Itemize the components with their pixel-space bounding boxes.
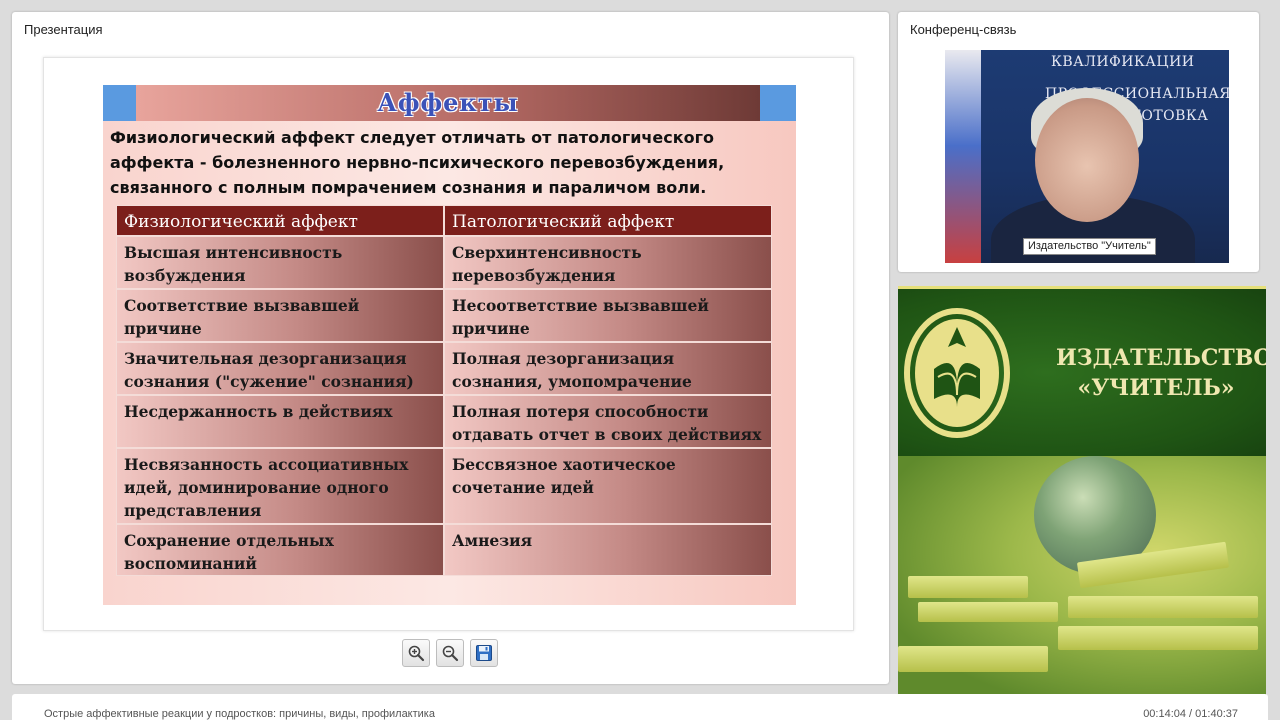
book-shape bbox=[1058, 626, 1258, 650]
footer-bar: Острые аффективные реакции у подростков:… bbox=[12, 694, 1268, 720]
table-cell: Сохранение отдельных воспоминаний bbox=[116, 524, 444, 576]
slide-intro-text: Физиологический аффект следует отличать … bbox=[110, 128, 725, 197]
zoom-in-button[interactable] bbox=[402, 639, 430, 667]
presentation-panel: Презентация Аффекты Физиологический аффе… bbox=[12, 12, 889, 684]
conference-panel-title: Конференц-связь bbox=[910, 22, 1017, 37]
book-shape bbox=[1068, 596, 1258, 618]
webinar-title: Острые аффективные реакции у подростков:… bbox=[44, 708, 435, 720]
table-cell: Сверхинтенсивность перевозбуждения bbox=[444, 236, 772, 289]
table-header-cell: Патологический аффект bbox=[444, 205, 772, 236]
publisher-name-line2: «УЧИТЕЛЬ» bbox=[1077, 375, 1235, 401]
book-shape bbox=[918, 602, 1058, 622]
book-shape bbox=[898, 646, 1048, 672]
table-cell: Полная дезорганизация сознания, умопомра… bbox=[444, 342, 772, 395]
slide-controls bbox=[402, 639, 498, 667]
slide-title-bar: Аффекты bbox=[103, 85, 796, 121]
playback-time: 00:14:04 / 01:40:37 bbox=[1143, 708, 1238, 720]
presentation-panel-title: Презентация bbox=[24, 22, 103, 37]
table-row: Соответствие вызвавшей причине Несоответ… bbox=[116, 289, 772, 342]
video-backdrop-text: КВАЛИФИКАЦИИ bbox=[1051, 54, 1195, 70]
table-row: Несвязанность ассоциативных идей, домини… bbox=[116, 448, 772, 524]
books-image bbox=[898, 456, 1266, 696]
table-cell: Бессвязное хаотическое сочетание идей bbox=[444, 448, 772, 524]
slide-title: Аффекты bbox=[377, 88, 519, 117]
table-cell: Несоответствие вызвавшей причине bbox=[444, 289, 772, 342]
publisher-banner: ИЗДАТЕЛЬСТВО «УЧИТЕЛЬ» bbox=[898, 286, 1266, 696]
slide: Аффекты Физиологический аффект следует о… bbox=[103, 85, 796, 605]
flag-background bbox=[945, 50, 981, 263]
publisher-name-line1: ИЗДАТЕЛЬСТВО bbox=[1056, 345, 1266, 371]
slide-title-band: Аффекты bbox=[136, 85, 760, 121]
table-row: Высшая интенсивность возбуждения Сверхин… bbox=[116, 236, 772, 289]
table-cell: Амнезия bbox=[444, 524, 772, 576]
zoom-out-button[interactable] bbox=[436, 639, 464, 667]
slide-frame: Аффекты Физиологический аффект следует о… bbox=[43, 57, 854, 631]
conference-panel: Конференц-связь КВАЛИФИКАЦИИ ПРОФЕССИОНА… bbox=[898, 12, 1259, 272]
banner-header: ИЗДАТЕЛЬСТВО «УЧИТЕЛЬ» bbox=[898, 286, 1266, 456]
save-button[interactable] bbox=[470, 639, 498, 667]
publisher-name: ИЗДАТЕЛЬСТВО «УЧИТЕЛЬ» bbox=[1056, 343, 1266, 403]
table-cell: Высшая интенсивность возбуждения bbox=[116, 236, 444, 289]
save-icon bbox=[476, 645, 492, 661]
table-cell: Соответствие вызвавшей причине bbox=[116, 289, 444, 342]
video-feed[interactable]: КВАЛИФИКАЦИИ ПРОФЕССИОНАЛЬНАЯ ПОДГОТОВКА… bbox=[945, 50, 1229, 263]
comparison-table: Физиологический аффект Патологический аф… bbox=[116, 205, 772, 576]
zoom-out-icon bbox=[442, 645, 459, 662]
table-cell: Несвязанность ассоциативных идей, домини… bbox=[116, 448, 444, 524]
table-header-cell: Физиологический аффект bbox=[116, 205, 444, 236]
zoom-in-icon bbox=[408, 645, 425, 662]
table-header-row: Физиологический аффект Патологический аф… bbox=[116, 205, 772, 236]
table-cell: Значительная дезорганизация сознания ("с… bbox=[116, 342, 444, 395]
table-cell: Полная потеря способности отдавать отчет… bbox=[444, 395, 772, 448]
book-shape bbox=[908, 576, 1028, 598]
table-row: Несдержанность в действиях Полная потеря… bbox=[116, 395, 772, 448]
speaker-face bbox=[1035, 98, 1139, 222]
video-name-label: Издательство "Учитель" bbox=[1023, 238, 1156, 255]
table-row: Сохранение отдельных воспоминаний Амнези… bbox=[116, 524, 772, 576]
table-row: Значительная дезорганизация сознания ("с… bbox=[116, 342, 772, 395]
publisher-logo-icon bbox=[904, 308, 1010, 438]
table-cell: Несдержанность в действиях bbox=[116, 395, 444, 448]
